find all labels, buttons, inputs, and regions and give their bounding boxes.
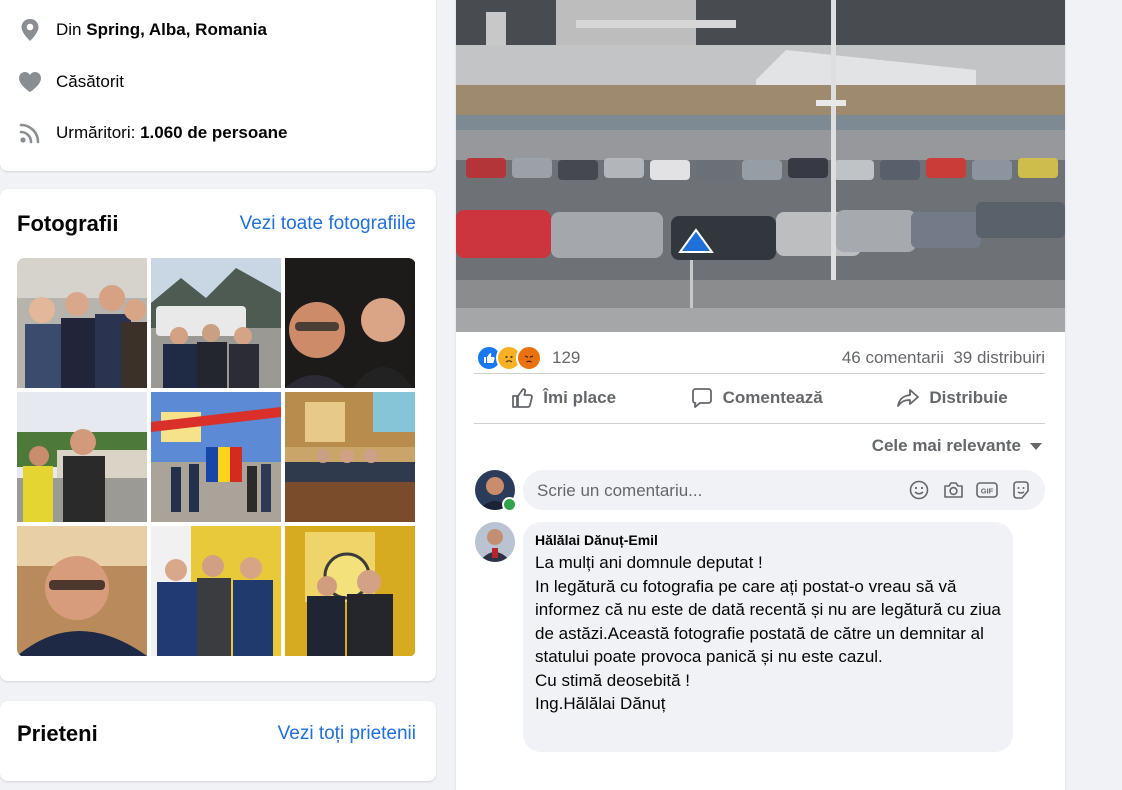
photo-thumbnail[interactable] — [285, 526, 415, 656]
post-actions: Îmi place Comentează Distribuie — [474, 373, 1045, 423]
comment-sort-dropdown[interactable]: Cele mai relevante — [872, 436, 1043, 456]
post-stats: 46 comentarii 39 distribuiri — [842, 348, 1045, 368]
post-card: 129 46 comentarii 39 distribuiri Îmi pla… — [456, 0, 1065, 790]
rss-followers-icon — [16, 119, 44, 147]
intro-card: Din Spring, Alba, Romania Căsătorit Urmă… — [0, 0, 436, 171]
comment-line: In legătură cu fotografia pe care ați po… — [535, 576, 1006, 667]
see-all-photos-link[interactable]: Vezi toate fotografiile — [240, 213, 416, 235]
svg-text:GIF: GIF — [981, 487, 994, 496]
composer-tools: GIF — [897, 479, 1033, 501]
photo-thumbnail[interactable] — [17, 392, 147, 522]
photo-thumbnail[interactable] — [285, 392, 415, 522]
like-button[interactable]: Îmi place — [511, 388, 616, 408]
followers-prefix: Urmăritori: — [56, 123, 136, 142]
photo-thumbnail[interactable] — [285, 258, 415, 388]
friends-title: Prieteni — [17, 721, 98, 746]
gif-icon[interactable]: GIF — [975, 479, 999, 501]
post-photo[interactable] — [456, 0, 1065, 332]
comment-text: La mulți ani domnule deputat ! In legătu… — [535, 551, 1005, 716]
photo-grid — [17, 258, 416, 657]
photo-thumbnail[interactable] — [151, 258, 281, 388]
comments-count-link[interactable]: 46 comentarii — [842, 348, 944, 367]
like-label: Îmi place — [543, 388, 617, 407]
reaction-summary[interactable]: 129 — [476, 345, 580, 371]
comment-icon — [691, 388, 712, 408]
comment-author-link[interactable]: Hălălai Dănuț-Emil — [535, 532, 658, 548]
photo-thumbnail[interactable] — [151, 526, 281, 656]
caret-down-icon — [1030, 443, 1042, 450]
comment-bubble: Hălălai Dănuț-Emil La mulți ani domnule … — [523, 522, 1013, 752]
photo-thumbnail[interactable] — [17, 526, 147, 656]
relationship-row: Căsătorit — [16, 68, 124, 96]
share-icon — [897, 389, 920, 407]
location-pin-icon — [16, 16, 44, 44]
location-prefix: Din — [56, 20, 82, 39]
share-button[interactable]: Distribuie — [897, 388, 1008, 408]
comment-input[interactable] — [535, 470, 869, 512]
online-status-dot — [502, 497, 517, 512]
divider — [474, 423, 1045, 424]
sticker-icon[interactable] — [1009, 479, 1033, 501]
photo-thumbnail[interactable] — [17, 258, 147, 388]
heart-icon — [16, 68, 44, 96]
see-all-friends-link[interactable]: Vezi toți prietenii — [278, 723, 416, 745]
followers-row: Urmăritori: 1.060 de persoane — [16, 119, 288, 147]
reaction-count: 129 — [552, 348, 581, 367]
comment-line: Ing.Hălălai Dănuț — [535, 694, 666, 713]
location-value[interactable]: Spring, Alba, Romania — [86, 20, 267, 40]
comment-line: Cu stimă deosebită ! — [535, 670, 690, 690]
emoji-icon[interactable] — [907, 479, 931, 501]
photo-thumbnail[interactable] — [151, 392, 281, 522]
commenter-avatar[interactable] — [475, 522, 515, 562]
comment-line: La mulți ani domnule deputat ! — [535, 553, 763, 572]
shares-count-link[interactable]: 39 distribuiri — [953, 348, 1045, 367]
friends-card: Prieteni Vezi toți prietenii — [0, 701, 436, 781]
angry-reaction-icon — [516, 345, 542, 371]
comment-composer: GIF — [523, 470, 1045, 512]
sort-label: Cele mai relevante — [871, 436, 1021, 455]
photos-title: Fotografii — [17, 211, 119, 236]
camera-icon[interactable] — [941, 479, 965, 501]
thumbs-up-icon — [512, 388, 534, 408]
relationship-status: Căsătorit — [56, 72, 125, 91]
share-label: Distribuie — [929, 388, 1008, 407]
comment-label: Comentează — [722, 388, 823, 407]
comment-button[interactable]: Comentează — [691, 388, 823, 408]
followers-value[interactable]: 1.060 de persoane — [140, 123, 287, 143]
location-row: Din Spring, Alba, Romania — [16, 16, 267, 44]
photos-card: Fotografii Vezi toate fotografiile — [0, 189, 436, 681]
